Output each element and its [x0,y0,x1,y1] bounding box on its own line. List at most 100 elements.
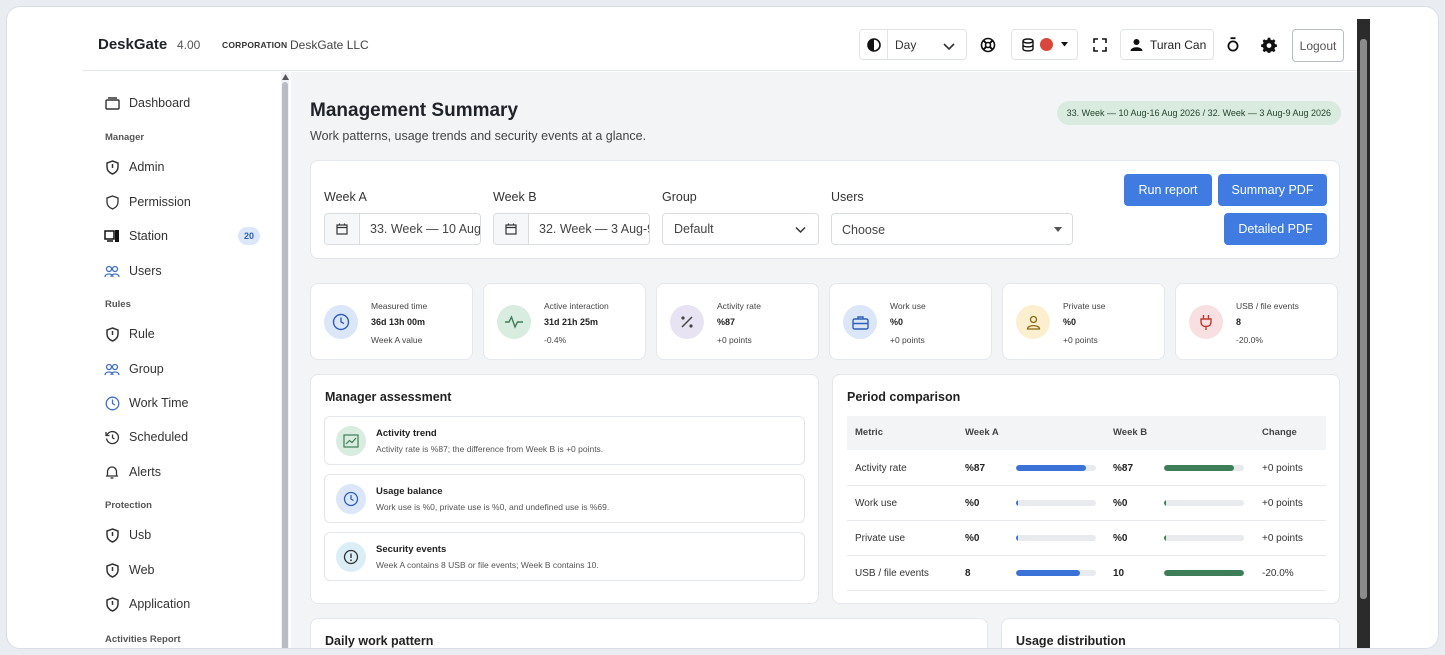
week-a-bar [1016,500,1096,506]
sidebar-item-admin[interactable]: Admin [103,156,283,178]
users-select[interactable]: Choose [831,213,1073,245]
week-b-bar [1164,500,1244,506]
corporation-label: CORPORATION [222,40,288,50]
history-icon [103,428,121,446]
stat-note: +0 points [717,335,752,345]
sidebar-item-group[interactable]: Group [103,358,283,380]
group-label: Group [662,190,697,204]
stat-title: Activity rate [717,301,761,311]
detailed-pdf-button[interactable]: Detailed PDF [1224,213,1327,245]
user-menu[interactable]: Turan Can [1120,29,1214,60]
stat-title: Private use [1063,301,1106,311]
assessment-item-desc: Activity rate is %87; the difference fro… [376,444,604,454]
sidebar-scroll-thumb[interactable] [282,82,288,648]
calendar-icon[interactable] [494,214,529,244]
stat-value: %0 [1063,317,1077,327]
assessment-item-title: Activity trend [376,428,437,439]
sidebar-item-permission[interactable]: Permission [103,191,283,213]
week-b-bar-fill [1164,500,1166,506]
group-value: Default [674,222,714,236]
sidebar-item-alerts[interactable]: Alerts [103,461,283,483]
stat-card-activity-rate: Activity rate %87 +0 points [656,283,819,360]
stat-card-measured-time: Measured time 36d 13h 00m Week A value [310,283,473,360]
briefcase-icon [843,305,877,339]
settings-button[interactable] [1255,29,1283,60]
theme-select[interactable]: Day [859,29,967,60]
fullscreen-button[interactable] [1085,29,1115,60]
sidebar-item-label: Permission [129,195,191,209]
database-status-button[interactable] [1011,29,1078,60]
daily-work-pattern-card: Daily work pattern [310,618,988,648]
week-b-label: Week B [493,190,537,204]
sidebar-item-users[interactable]: Users [103,260,283,282]
week-a-bar [1016,570,1096,576]
stat-card-work-use: Work use %0 +0 points [829,283,992,360]
week-a-bar [1016,465,1096,471]
sidebar-section-activities: Activities Report [105,634,181,645]
main-scroll-thumb[interactable] [1360,39,1367,599]
header-metric: Metric [855,427,883,438]
sidebar-item-web[interactable]: Web [103,559,283,581]
alert-icon [336,542,366,572]
shield-check-icon [103,325,121,343]
main-content: Management Summary Work patterns, usage … [291,72,1357,648]
pulse-icon [497,305,531,339]
logout-button[interactable]: Logout [1292,29,1344,62]
timer-button[interactable] [1219,29,1247,60]
sidebar-item-label: Dashboard [129,96,191,110]
filter-card: Week A 33. Week — 10 Aug-16 Aug 2026 Wee… [310,160,1340,259]
row-metric: Private use [855,533,906,544]
daily-pattern-title: Daily work pattern [325,634,434,648]
sidebar-item-work-time[interactable]: Work Time [103,392,283,414]
stat-value: 8 [1236,317,1242,327]
sidebar-item-label: Station [129,229,168,243]
caret-down-icon [1054,227,1062,232]
calendar-icon[interactable] [325,214,360,244]
header-change: Change [1262,427,1297,438]
caret-down-icon [1061,42,1068,47]
row-change: +0 points [1262,533,1303,544]
contrast-icon [860,30,888,59]
sidebar-item-scheduled[interactable]: Scheduled [103,426,283,448]
week-b-bar-fill [1164,535,1166,541]
help-button[interactable] [973,29,1003,60]
week-a-value: 33. Week — 10 Aug-16 Aug 2026 [370,222,481,236]
stat-card-usb-events: USB / file events 8 -20.0% [1175,283,1338,360]
corporation-name: DeskGate LLC [290,38,369,52]
group-select[interactable]: Default [662,213,819,245]
week-b-input[interactable]: 32. Week — 3 Aug-9 Aug 2026 [493,213,650,245]
sidebar-item-dashboard[interactable]: Dashboard [103,92,283,114]
row-metric: Work use [855,498,898,509]
sidebar-item-application[interactable]: Application [103,593,283,615]
clock-icon [103,394,121,412]
theme-value: Day [895,38,917,52]
sidebar-item-rule[interactable]: Rule [103,323,283,345]
week-b-value: 32. Week — 3 Aug-9 Aug 2026 [539,222,649,236]
assessment-title: Manager assessment [325,390,452,404]
week-a-bar-fill [1016,500,1018,506]
usage-distribution-title: Usage distribution [1016,634,1126,648]
stat-note: +0 points [1063,335,1098,345]
week-b-bar [1164,570,1244,576]
sidebar-item-usb[interactable]: Usb [103,524,283,546]
stat-value: 36d 13h 00m [371,317,426,327]
stat-note: -20.0% [1236,335,1263,345]
sidebar-item-label: Rule [129,327,155,341]
summary-pdf-button[interactable]: Summary PDF [1218,174,1327,206]
week-a-bar-fill [1016,535,1018,541]
week-b-bar-fill [1164,570,1244,576]
stat-value: %87 [717,317,736,327]
brand-name[interactable]: DeskGate [98,36,167,53]
scroll-up-icon[interactable] [282,74,289,80]
sidebar-section-manager: Manager [105,132,145,143]
run-report-button[interactable]: Run report [1124,174,1212,206]
stat-title: Work use [890,301,926,311]
clock-icon [324,305,358,339]
users-label: Users [831,190,864,204]
database-icon [1022,37,1034,52]
gear-icon [1261,37,1277,53]
week-a-bar [1016,535,1096,541]
week-a-input[interactable]: 33. Week — 10 Aug-16 Aug 2026 [324,213,481,245]
sidebar-item-label: Application [129,597,191,611]
user-name: Turan Can [1150,37,1207,52]
